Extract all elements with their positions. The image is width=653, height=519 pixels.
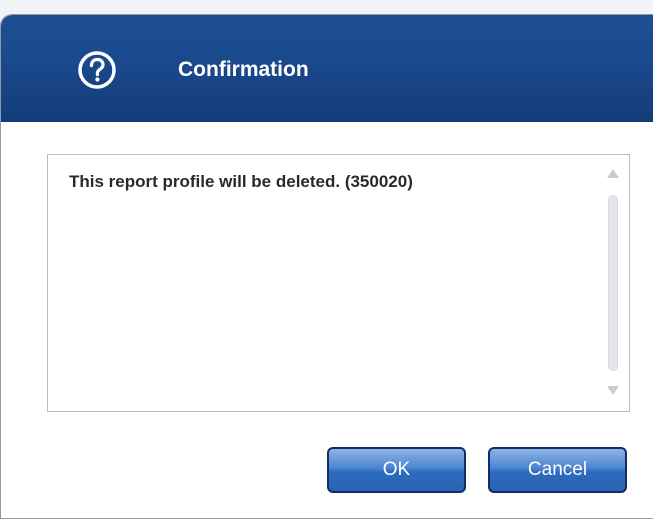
dialog-titlebar: Confirmation <box>1 15 653 122</box>
vertical-scrollbar[interactable] <box>605 165 621 401</box>
ok-button[interactable]: OK <box>327 447 466 493</box>
dialog-title: Confirmation <box>178 58 309 81</box>
scroll-down-arrow-icon[interactable] <box>607 386 619 395</box>
message-text: This report profile will be deleted. (35… <box>69 172 413 191</box>
cancel-button[interactable]: Cancel <box>488 447 627 493</box>
scroll-thumb[interactable] <box>608 195 618 371</box>
message-area: This report profile will be deleted. (35… <box>47 154 630 412</box>
question-circle-icon <box>78 51 116 89</box>
scroll-up-arrow-icon[interactable] <box>607 169 619 178</box>
confirmation-dialog: Confirmation This report profile will be… <box>0 14 653 519</box>
